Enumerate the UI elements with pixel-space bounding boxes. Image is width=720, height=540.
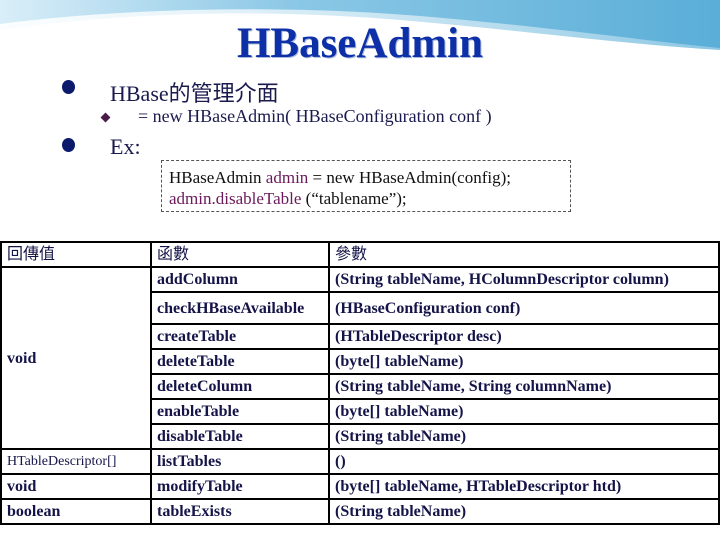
header-params: 參數 (328, 241, 720, 268)
function-cell: enableTable (150, 398, 330, 425)
bullet-text: Ex: (110, 134, 141, 159)
params-cell: (String tableName) (328, 498, 720, 525)
slide-title: HBaseAdmin (236, 20, 484, 67)
params-cell: (byte[] tableName) (328, 348, 720, 375)
params-cell: (String tableName, HColumnDescriptor col… (328, 266, 720, 293)
code-text: (“tablename”); (301, 189, 407, 208)
function-cell: deleteTable (150, 348, 330, 375)
function-cell: disableTable (150, 423, 330, 450)
function-cell: modifyTable (150, 473, 330, 500)
return-cell: void (0, 266, 152, 450)
table-row: void addColumn (String tableName, HColum… (0, 266, 720, 450)
return-cell: boolean (0, 498, 152, 525)
header-function: 函數 (150, 241, 330, 268)
sub-bullet-text: = new HBaseAdmin( HBaseConfiguration con… (138, 106, 492, 126)
table-row: void modifyTable (byte[] tableName, HTab… (0, 473, 720, 500)
bullet-dot-icon (62, 138, 75, 152)
code-type: HBaseAdmin (169, 168, 266, 187)
params-cell: (String tableName) (328, 423, 720, 450)
params-cell: (String tableName, String columnName) (328, 373, 720, 400)
function-cell: addColumn (150, 266, 330, 293)
code-example-box: HBaseAdmin admin = new HBaseAdmin(config… (161, 160, 571, 212)
header-return: 回傳值 (0, 241, 152, 268)
params-cell: (byte[] tableName, HTableDescriptor htd) (328, 473, 720, 500)
function-cell: deleteColumn (150, 373, 330, 400)
params-cell: () (328, 448, 720, 475)
params-cell: (HTableDescriptor desc) (328, 323, 720, 350)
api-table: 回傳值 函數 參數 void addColumn (String tableNa… (0, 241, 720, 525)
code-line-2: admin.disableTable (“tablename”); (169, 188, 570, 209)
function-cell: checkHBaseAvailable (150, 291, 330, 325)
code-line-1: HBaseAdmin admin = new HBaseAdmin(config… (169, 167, 570, 188)
bullet-diamond-icon (100, 112, 111, 123)
params-cell: (byte[] tableName) (328, 398, 720, 425)
code-text: = new HBaseAdmin(config); (308, 168, 511, 187)
table-row: HTableDescriptor[] listTables () (0, 448, 720, 475)
bullet-dot-icon (62, 80, 75, 94)
return-cell: void (0, 473, 152, 500)
function-cell: tableExists (150, 498, 330, 525)
return-cell: HTableDescriptor[] (0, 448, 152, 475)
function-cell: listTables (150, 448, 330, 475)
params-cell: (HBaseConfiguration conf) (328, 291, 720, 325)
bullet-text: HBase的管理介面 (110, 81, 279, 106)
table-header-row: 回傳值 函數 參數 (0, 241, 720, 268)
function-cell: createTable (150, 323, 330, 350)
code-method-call: admin.disableTable (169, 189, 302, 208)
code-variable: admin (265, 168, 309, 187)
table-row: boolean tableExists (String tableName) (0, 498, 720, 525)
